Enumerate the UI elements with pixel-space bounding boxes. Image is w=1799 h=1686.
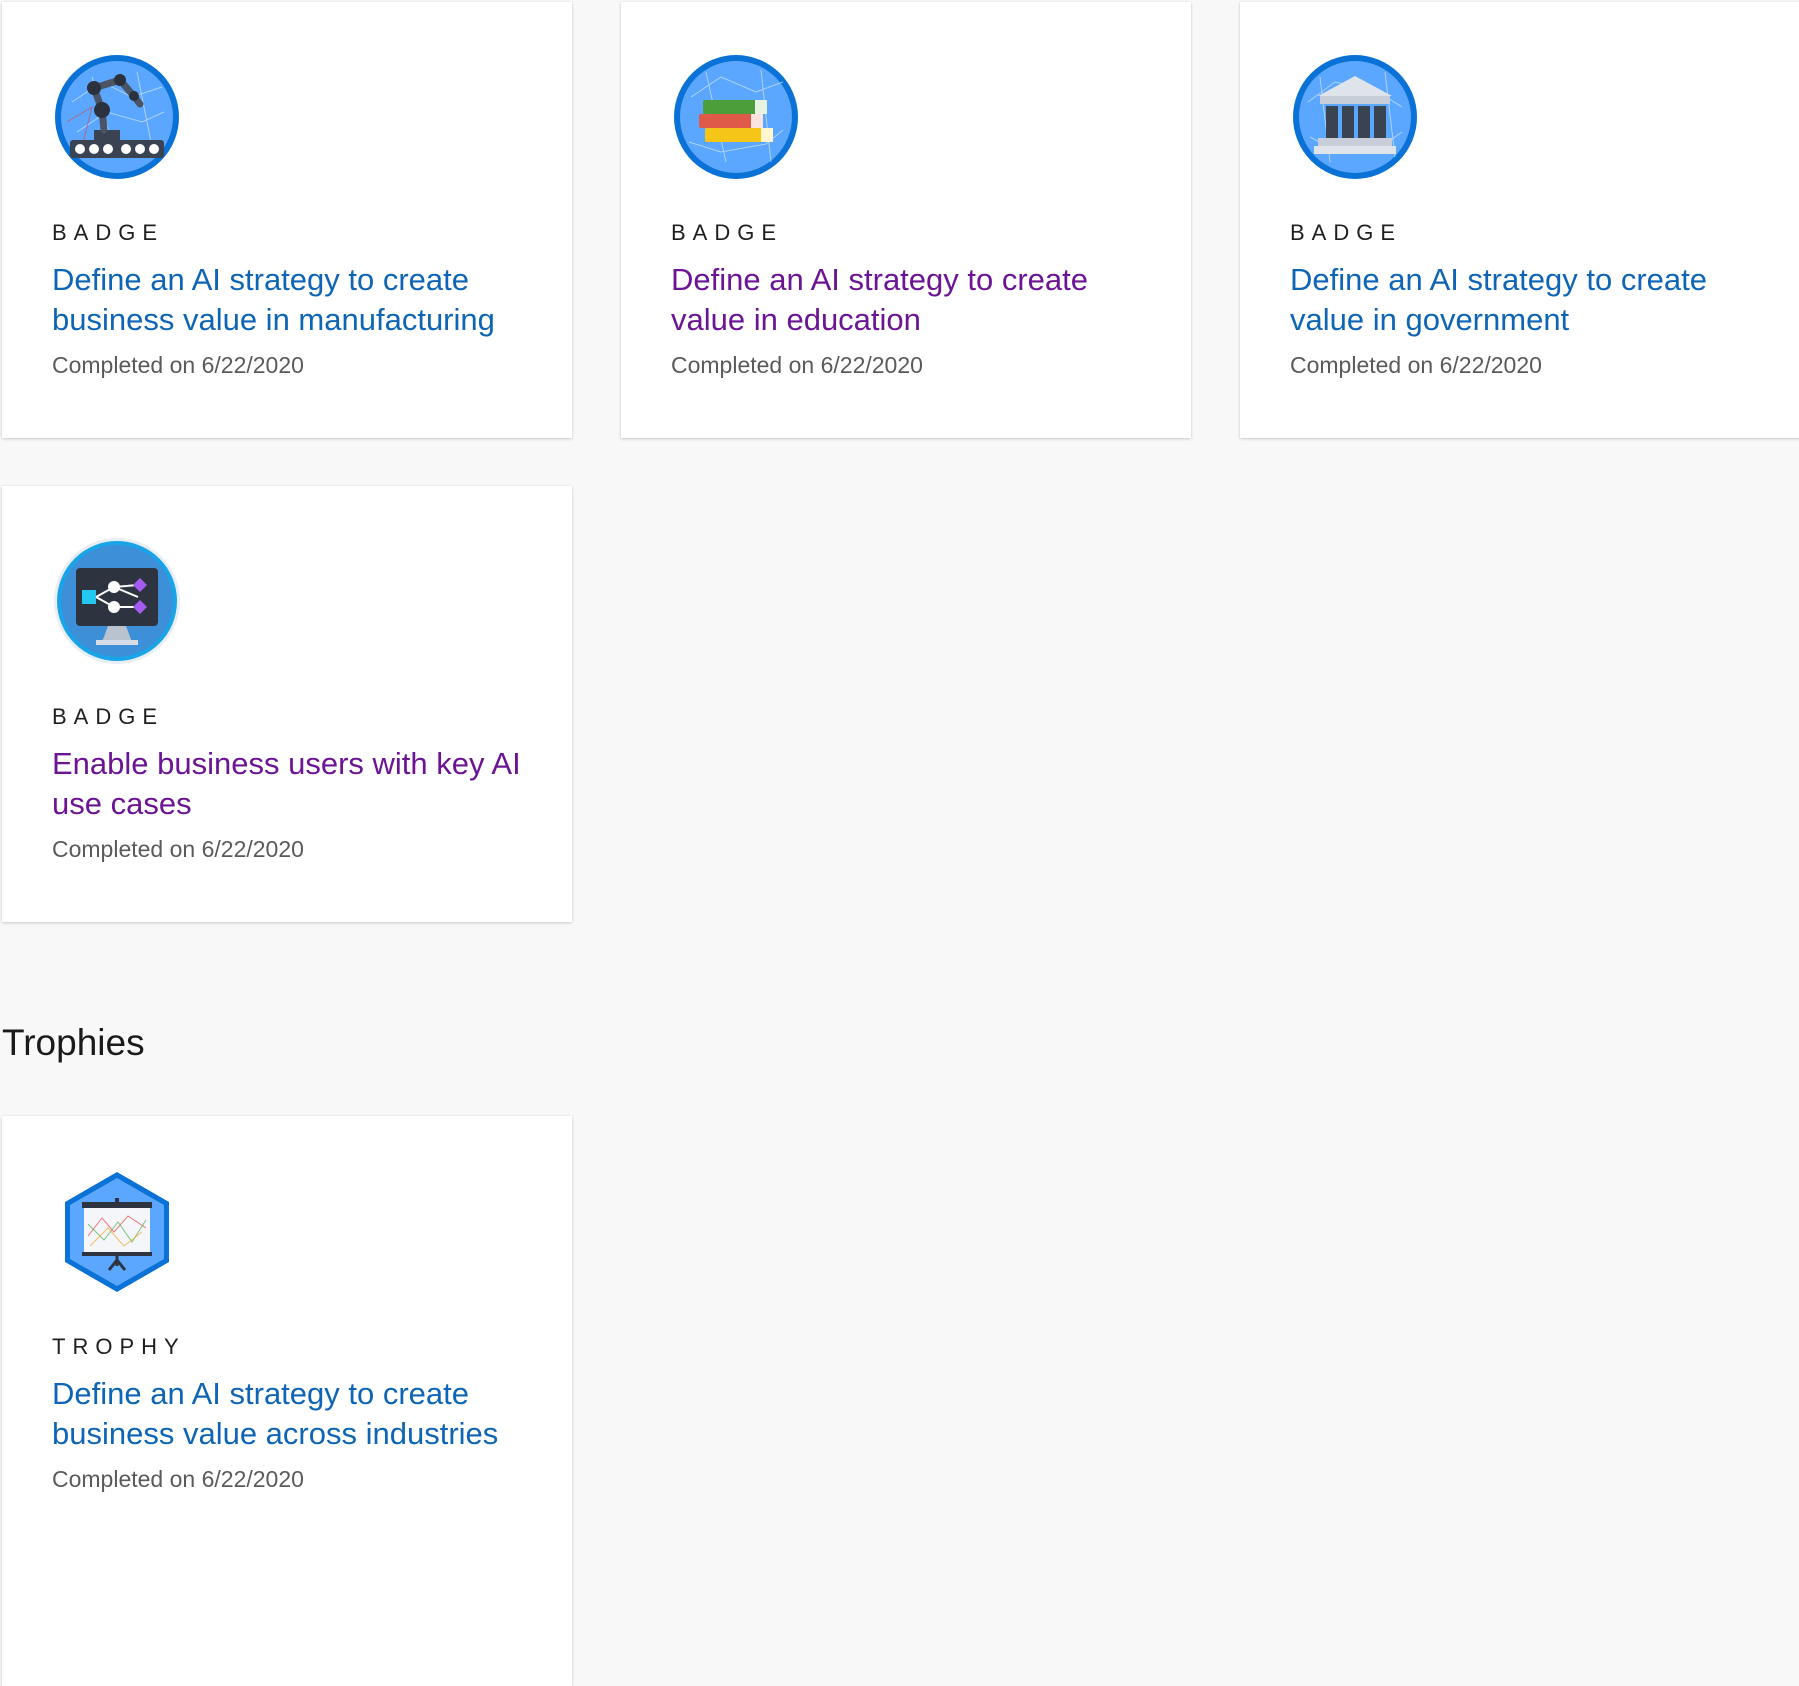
workflow-monitor-icon — [52, 536, 182, 666]
badge-card[interactable]: BADGE Define an AI strategy to create bu… — [2, 2, 572, 438]
badge-card[interactable]: BADGE Define an AI strategy to create va… — [1240, 2, 1799, 438]
completion-date: Completed on 6/22/2020 — [52, 836, 304, 862]
books-icon — [671, 52, 801, 182]
completion-date: Completed on 6/22/2020 — [1290, 352, 1542, 378]
card-kind-label: BADGE — [1290, 220, 1403, 245]
presentation-board-icon — [52, 1166, 182, 1296]
badge-title-link[interactable]: Define an AI strategy to create value in… — [671, 260, 1141, 340]
trophies-heading: Trophies — [2, 1022, 145, 1063]
card-kind-label: BADGE — [52, 220, 165, 245]
completion-date: Completed on 6/22/2020 — [671, 352, 923, 378]
card-kind-label: TROPHY — [52, 1334, 186, 1359]
completion-date: Completed on 6/22/2020 — [52, 1466, 304, 1492]
trophy-card[interactable]: TROPHY Define an AI strategy to create b… — [2, 1116, 572, 1686]
badge-title-link[interactable]: Define an AI strategy to create value in… — [1290, 260, 1760, 340]
trophy-title-link[interactable]: Define an AI strategy to create business… — [52, 1374, 522, 1454]
government-building-icon — [1290, 52, 1420, 182]
badge-card[interactable]: BADGE Enable business users with key AI … — [2, 486, 572, 922]
card-kind-label: BADGE — [671, 220, 784, 245]
badge-card[interactable]: BADGE Define an AI strategy to create va… — [621, 2, 1191, 438]
card-kind-label: BADGE — [52, 704, 165, 729]
badge-title-link[interactable]: Enable business users with key AI use ca… — [52, 744, 522, 824]
badge-title-link[interactable]: Define an AI strategy to create business… — [52, 260, 522, 340]
robot-arm-icon — [52, 52, 182, 182]
completion-date: Completed on 6/22/2020 — [52, 352, 304, 378]
